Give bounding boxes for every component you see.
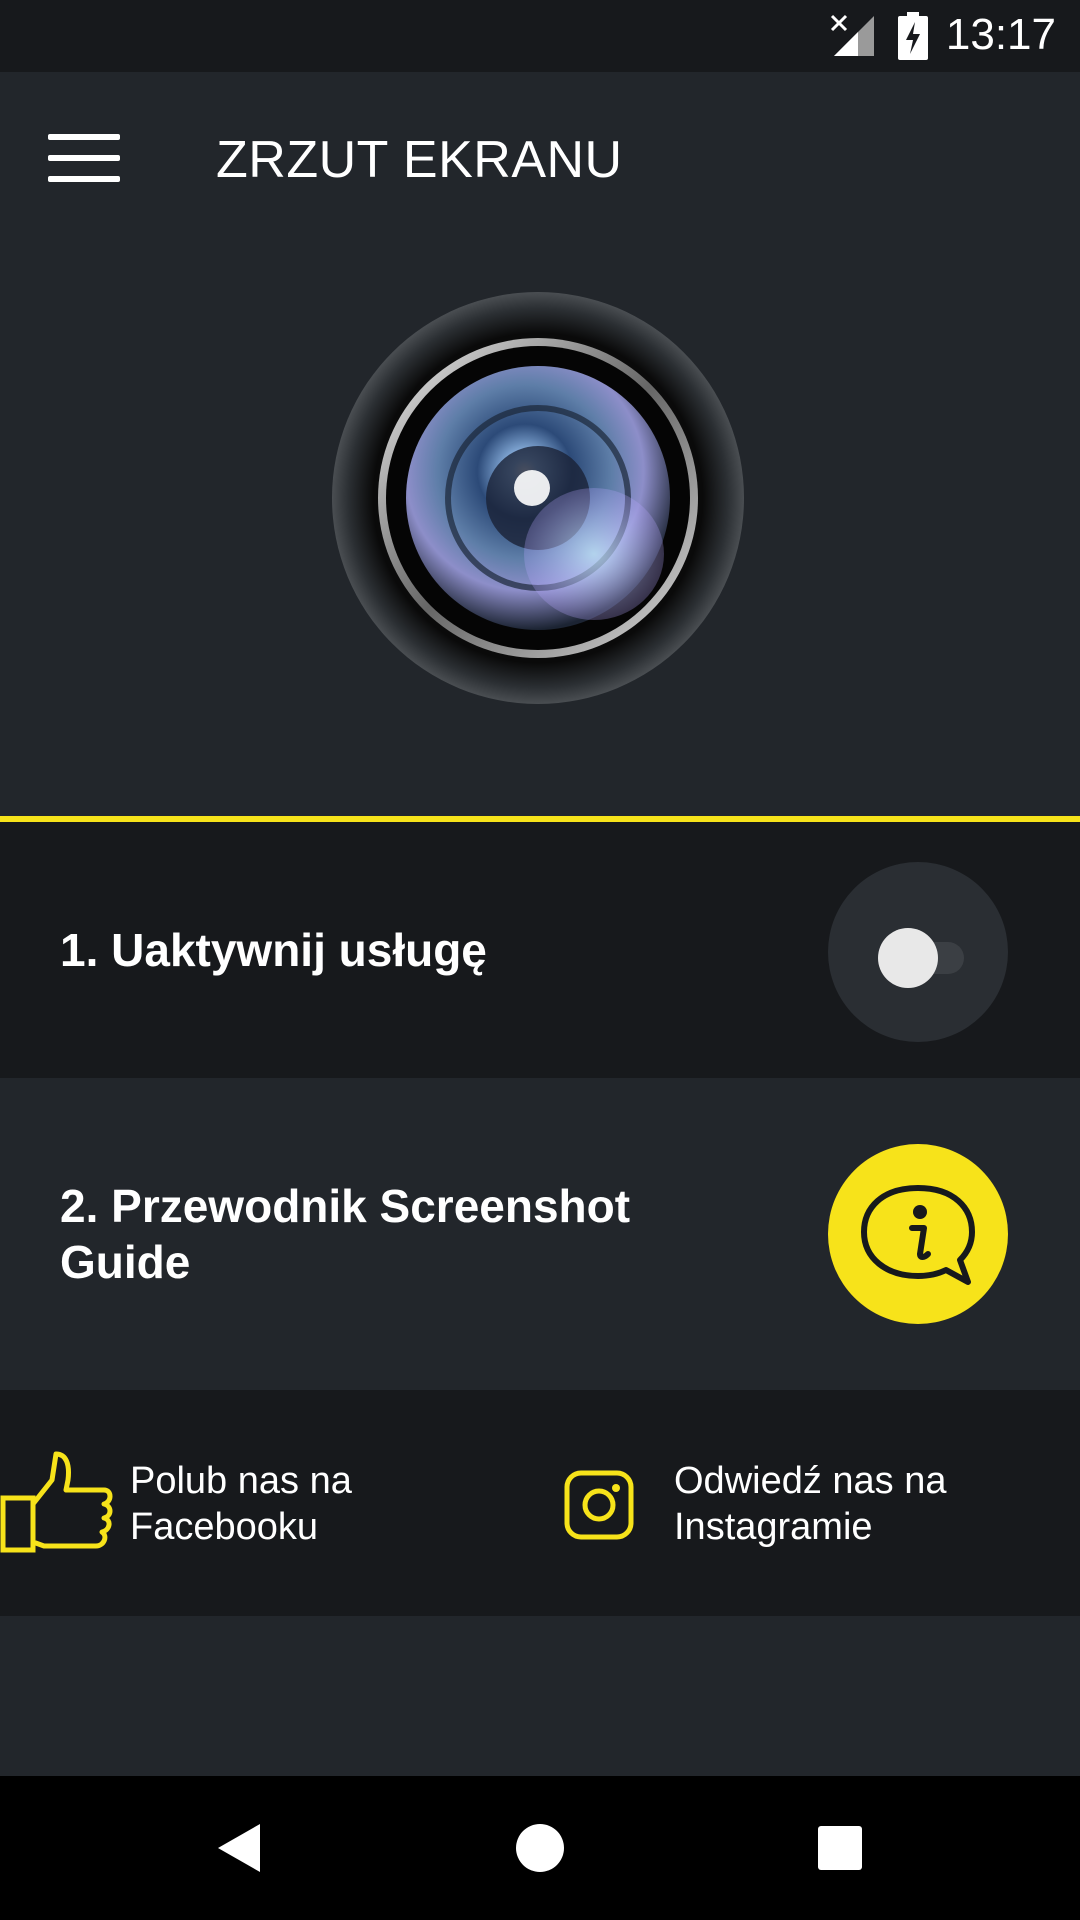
- guide-label-line1: 2. Przewodnik Screenshot: [60, 1180, 631, 1232]
- instagram-icon: [564, 1470, 634, 1540]
- page-title: ZRZUT EKRANU: [216, 131, 623, 189]
- instagram-label-line2: Instagramie: [674, 1506, 873, 1548]
- menu-button[interactable]: [36, 118, 132, 198]
- recents-square-icon[interactable]: [810, 1818, 870, 1878]
- activate-service-label: 1. Uaktywnij usługę: [60, 924, 487, 976]
- app-bar: ZRZUT EKRANU: [0, 72, 1080, 244]
- system-nav-bar: [0, 1776, 1080, 1920]
- back-triangle-icon[interactable]: [210, 1818, 270, 1878]
- guide-label-line2: Guide: [60, 1236, 191, 1288]
- status-time: 13:17: [945, 10, 1056, 59]
- info-chat-icon: [861, 1185, 975, 1285]
- toggle-thumb: [878, 928, 938, 988]
- social-row: Polub nas na Facebooku Odwiedź nas na In…: [0, 1390, 1080, 1616]
- hero-section: [0, 244, 1080, 816]
- signal-off-icon: [830, 14, 874, 56]
- instagram-link[interactable]: Odwiedź nas na Instagramie: [540, 1390, 1080, 1616]
- facebook-link[interactable]: Polub nas na Facebooku: [0, 1390, 540, 1616]
- instagram-label-line1: Odwiedź nas na: [674, 1460, 947, 1502]
- thumbs-up-icon: [0, 1451, 113, 1553]
- empty-content-area: [0, 1616, 1080, 1776]
- battery-charging-icon: [898, 12, 928, 60]
- camera-lens-image: [332, 292, 744, 704]
- activate-service-row: 1. Uaktywnij usługę: [0, 822, 1080, 1078]
- status-bar: 13:17: [0, 0, 1080, 72]
- activate-service-toggle[interactable]: [828, 862, 1008, 1042]
- facebook-label-line2: Facebooku: [130, 1506, 319, 1548]
- guide-row: 2. Przewodnik Screenshot Guide: [0, 1078, 1080, 1390]
- guide-info-button[interactable]: [828, 1144, 1008, 1324]
- home-circle-icon[interactable]: [510, 1818, 570, 1878]
- facebook-label-line1: Polub nas na: [130, 1460, 352, 1502]
